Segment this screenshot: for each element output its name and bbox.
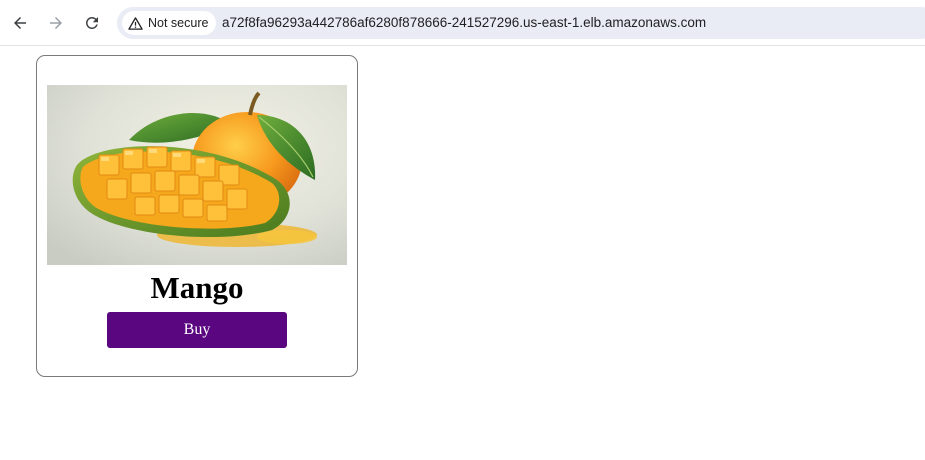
back-button[interactable] — [8, 11, 32, 35]
product-name: Mango — [150, 270, 244, 305]
security-label: Not secure — [148, 16, 209, 30]
browser-toolbar: Not secure a72f8fa96293a442786af6280f878… — [0, 0, 925, 46]
warning-triangle-icon — [128, 16, 143, 30]
back-arrow-icon — [14, 17, 26, 29]
forward-button[interactable] — [44, 11, 68, 35]
reload-icon — [85, 16, 98, 29]
buy-button[interactable]: Buy — [107, 312, 287, 348]
reload-button[interactable] — [80, 11, 104, 35]
security-indicator[interactable]: Not secure — [122, 11, 217, 35]
mango-illustration — [47, 85, 347, 265]
address-bar[interactable]: Not secure a72f8fa96293a442786af6280f878… — [117, 7, 925, 39]
forward-arrow-icon — [50, 17, 62, 29]
url-text[interactable]: a72f8fa96293a442786af6280f878666-2415272… — [222, 15, 706, 30]
product-card: Mango Buy — [36, 55, 358, 377]
mango-image — [47, 85, 347, 265]
